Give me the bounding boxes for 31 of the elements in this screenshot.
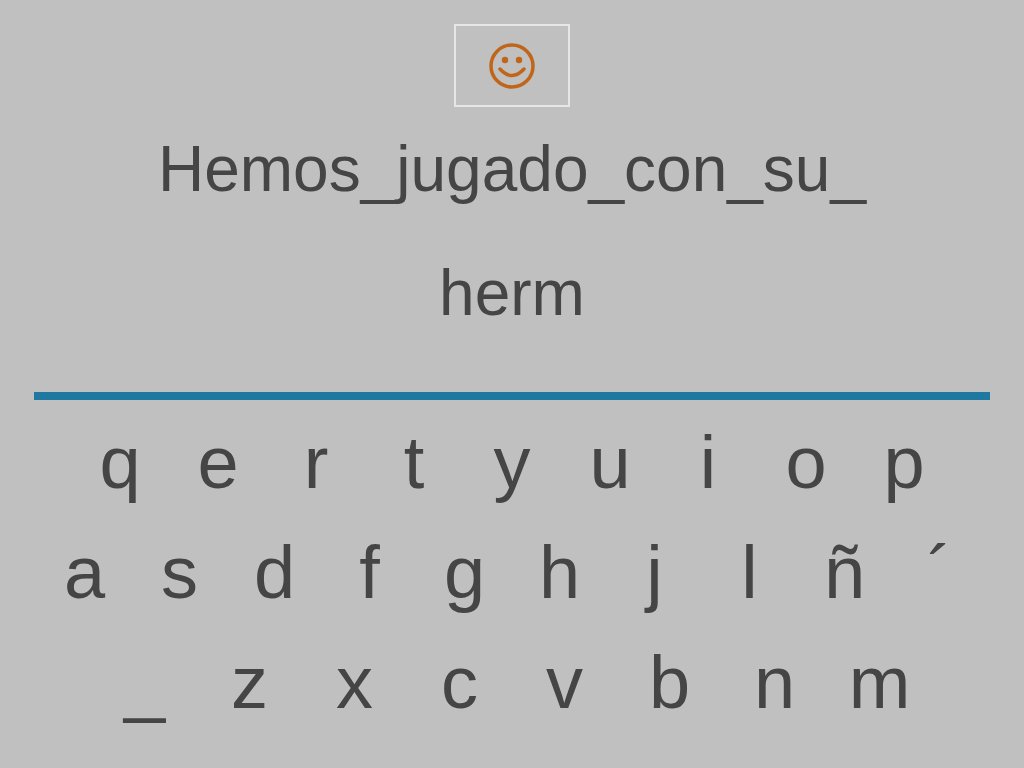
letter-key[interactable]: e <box>169 418 267 508</box>
letter-key[interactable]: z <box>197 638 302 728</box>
letter-key[interactable]: b <box>617 638 722 728</box>
letter-key[interactable]: l <box>702 528 797 618</box>
letter-key[interactable]: x <box>302 638 407 728</box>
phrase-text: herm <box>439 257 585 329</box>
letter-key[interactable]: r <box>267 418 365 508</box>
letter-key[interactable]: c <box>407 638 512 728</box>
letter-key[interactable]: ´ <box>892 528 987 618</box>
letter-key[interactable]: d <box>227 528 322 618</box>
letter-key[interactable]: m <box>827 638 932 728</box>
letter-key[interactable]: t <box>365 418 463 508</box>
letter-key[interactable]: a <box>37 528 132 618</box>
letter-key[interactable]: j <box>607 528 702 618</box>
smiley-icon <box>488 41 536 90</box>
letter-key[interactable]: s <box>132 528 227 618</box>
letter-key[interactable]: h <box>512 528 607 618</box>
letter-key[interactable]: y <box>463 418 561 508</box>
letter-key[interactable]: _ <box>92 638 197 728</box>
letter-key[interactable]: i <box>659 418 757 508</box>
letter-key[interactable]: v <box>512 638 617 728</box>
phrase-text: Hemos_jugado_con_su_ <box>157 133 867 205</box>
letter-key[interactable]: p <box>855 418 953 508</box>
letter-key[interactable]: n <box>722 638 827 728</box>
letter-key[interactable]: f <box>322 528 417 618</box>
letter-key[interactable]: g <box>417 528 512 618</box>
letter-key[interactable]: o <box>757 418 855 508</box>
letter-key[interactable]: u <box>561 418 659 508</box>
hint-button[interactable] <box>454 24 570 107</box>
letter-key[interactable]: ñ <box>797 528 892 618</box>
letter-key[interactable]: q <box>71 418 169 508</box>
